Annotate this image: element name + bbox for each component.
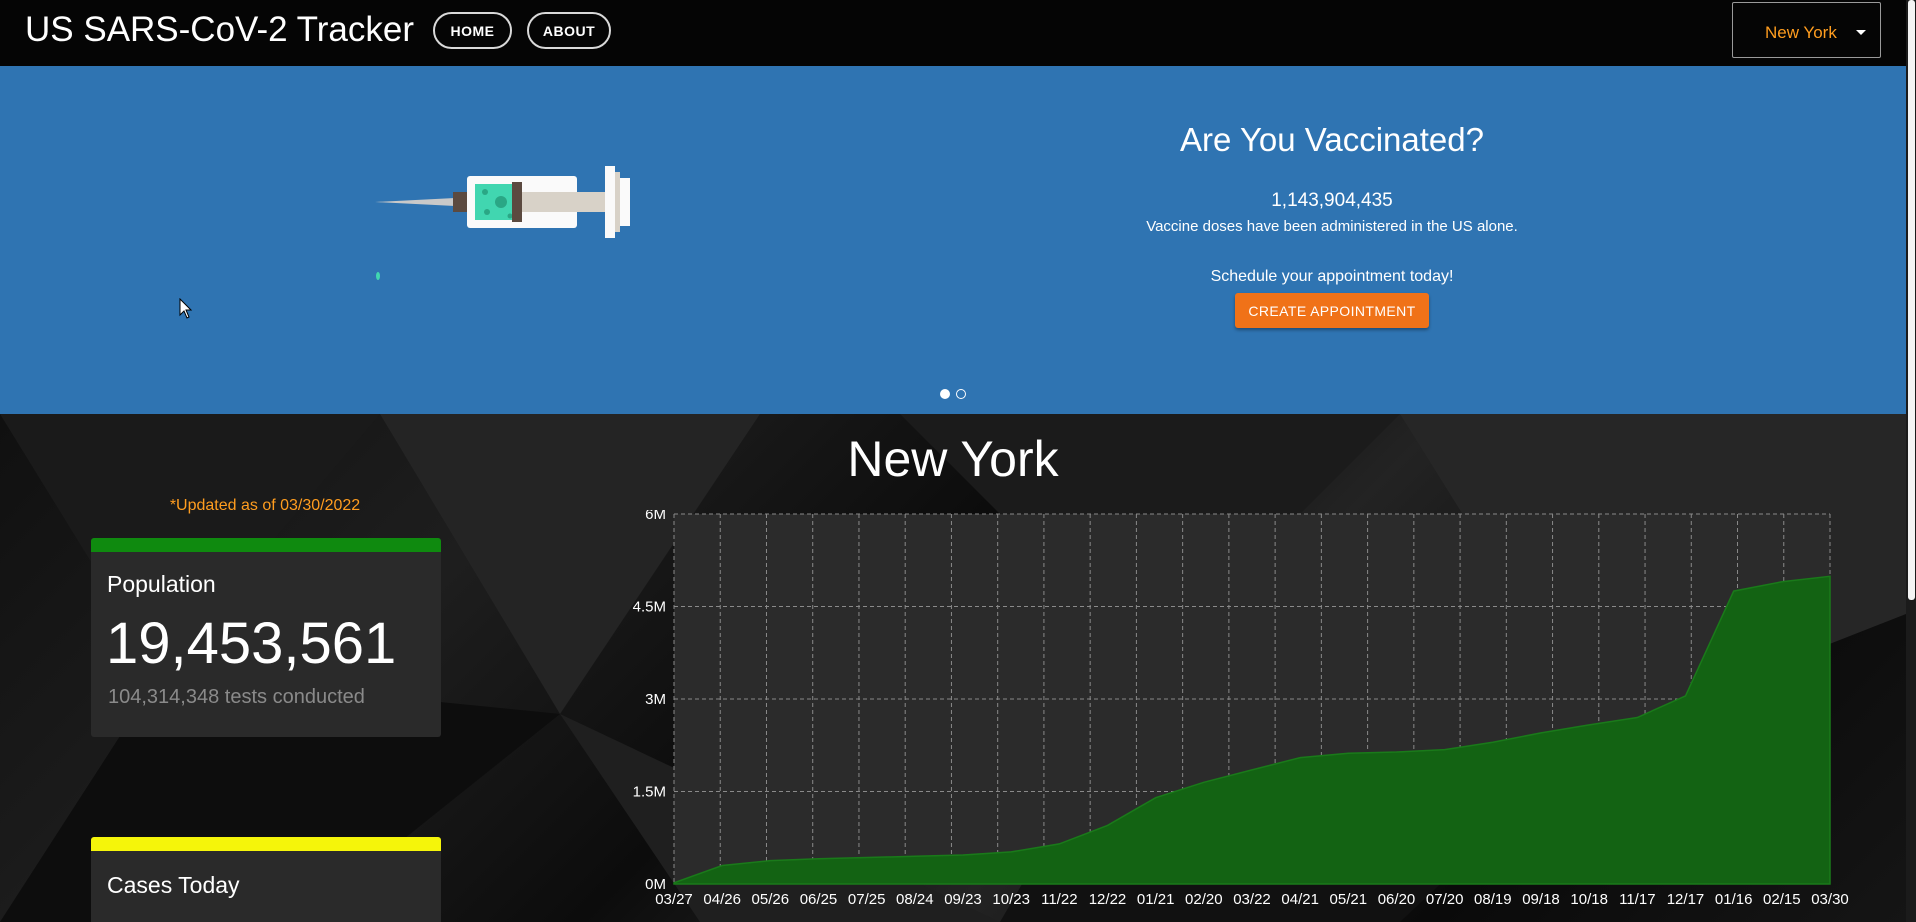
x-tick-label: 06/25 [800, 891, 838, 908]
x-tick-label: 07/25 [848, 891, 886, 908]
x-tick-label: 03/27 [655, 891, 693, 908]
population-label: Population [107, 571, 216, 597]
cases-today-card-bar [91, 837, 441, 851]
state-select-value: New York [1765, 23, 1837, 42]
mouse-cursor-icon [179, 298, 193, 319]
home-button[interactable]: HOME [433, 12, 512, 49]
x-tick-label: 04/21 [1281, 891, 1319, 908]
x-tick-label: 08/24 [896, 891, 934, 908]
x-tick-label: 10/23 [992, 891, 1030, 908]
x-tick-label: 06/20 [1378, 891, 1416, 908]
x-tick-label: 05/26 [752, 891, 790, 908]
about-button[interactable]: ABOUT [527, 12, 611, 49]
scrollbar-thumb[interactable] [1908, 0, 1915, 600]
cases-today-card: Cases Today [91, 837, 441, 922]
schedule-text: Schedule your appointment today! [1210, 268, 1454, 285]
x-tick-label: 02/20 [1185, 891, 1223, 908]
state-heading: New York [847, 431, 1059, 487]
vaccine-dose-description: Vaccine doses have been administered in … [1146, 218, 1518, 235]
x-tick-label: 12/22 [1089, 891, 1127, 908]
create-appointment-button[interactable]: CREATE APPOINTMENT [1235, 293, 1429, 328]
x-tick-label: 01/16 [1715, 891, 1753, 908]
cases-today-label: Cases Today [107, 872, 240, 898]
cases-area-chart[interactable]: 0M1.5M3M4.5M6M03/27 04/26 05/26 06/25 07/25 0… [630, 510, 1850, 922]
x-tick-label: 01/21 [1137, 891, 1175, 908]
updated-date: *Updated as of 03/30/2022 [169, 497, 361, 514]
population-card-bar [91, 538, 441, 552]
x-tick-label: 04/26 [703, 891, 741, 908]
x-tick-label: 12/17 [1667, 891, 1705, 908]
y-tick-label: 3M [645, 691, 666, 708]
population-value: 19,453,561 [106, 611, 397, 676]
x-tick-label: 07/20 [1426, 891, 1464, 908]
x-tick-label: 10/18 [1570, 891, 1608, 908]
vaccinated-heading: Are You Vaccinated? [1180, 121, 1484, 158]
tests-conducted: 104,314,348 tests conducted [108, 686, 365, 708]
top-navbar: US SARS-CoV-2 Tracker HOME ABOUT New Yor… [0, 0, 1906, 66]
vaccine-carousel [0, 66, 1906, 414]
brand-title[interactable]: US SARS-CoV-2 Tracker [25, 10, 414, 50]
carousel-indicator-1[interactable] [940, 389, 950, 399]
x-tick-label: 09/18 [1522, 891, 1560, 908]
x-tick-label: 03/30 [1811, 891, 1849, 908]
y-tick-label: 6M [645, 510, 666, 523]
y-tick-label: 1.5M [633, 784, 666, 801]
y-tick-label: 4.5M [633, 599, 666, 616]
x-tick-label: 08/19 [1474, 891, 1512, 908]
x-tick-label: 02/15 [1763, 891, 1801, 908]
x-tick-label: 05/21 [1330, 891, 1368, 908]
carousel-indicator-2[interactable] [956, 389, 966, 399]
vaccine-dose-count: 1,143,904,435 [1271, 190, 1393, 211]
x-tick-label: 11/22 [1041, 891, 1077, 908]
x-tick-label: 11/17 [1619, 891, 1655, 908]
syringe-icon [375, 166, 630, 280]
x-tick-label: 09/23 [944, 891, 982, 908]
population-card: Population 19,453,561 104,314,348 tests … [91, 538, 441, 737]
chevron-down-icon [1856, 30, 1866, 35]
state-select-dropdown[interactable]: New York [1732, 2, 1881, 58]
x-tick-label: 03/22 [1233, 891, 1271, 908]
